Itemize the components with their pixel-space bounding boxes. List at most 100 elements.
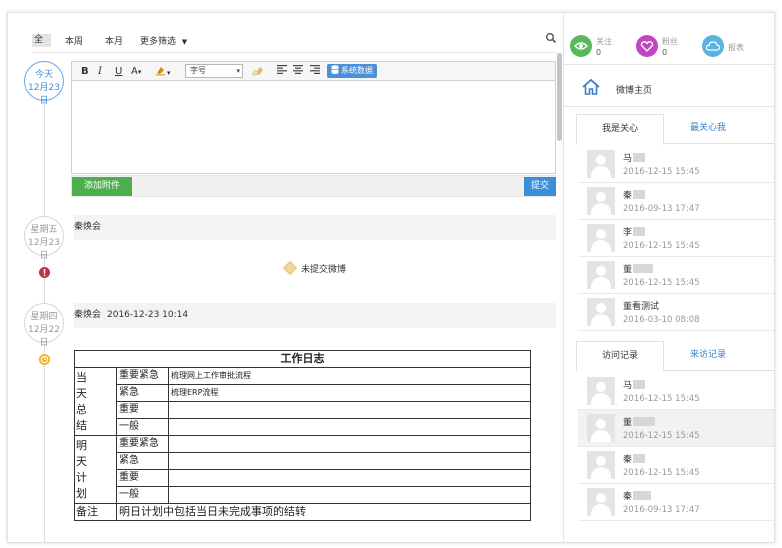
user-name-text: 秦 [623,492,633,502]
category-cell: 重要紧急 [116,435,169,453]
category-cell: 重要紧急 [116,367,169,385]
align-left-button[interactable] [277,65,287,78]
category-cell: 重要 [116,401,169,419]
tab-visit-record[interactable]: 访问记录 [576,341,664,372]
tab-visitor-record[interactable]: 来访记录 [664,341,752,372]
user-name-text: 马 [623,381,633,391]
weibo-entry-header: 秦焕会 2016-12-23 10:14 [74,303,556,328]
italic-button[interactable]: I [98,65,102,78]
avatar [587,224,615,252]
work-log-title: 工作日志 [74,350,531,368]
value-cell [168,452,531,470]
align-center-icon [293,65,303,74]
alert-diamond-icon [282,260,298,276]
today-summary-label: 当 天 总 结 [74,367,117,436]
font-size-select[interactable]: 字号 ▾ [185,64,243,78]
avatar [587,414,615,442]
filter-more[interactable]: 更多筛选 ▼ [140,34,187,47]
timeline-date-friday: 星期五 12月23日 [24,216,64,261]
user-name: 秦 [623,452,646,465]
highlight-button[interactable]: ▾ [155,65,171,80]
avatar [587,488,615,516]
editor-textarea[interactable] [71,81,556,174]
list-item[interactable]: 马 2016-12-15 15:45 [578,373,774,410]
care-user-list: 马 2016-12-15 15:45 秦 2016-09-13 17:47 李 … [578,146,774,331]
home-icon [582,78,600,95]
follow-label: 关注 [596,37,612,46]
align-center-button[interactable] [293,65,303,78]
entry-author[interactable]: 秦焕会 [74,303,101,328]
user-name-text: 秦 [623,455,633,465]
stats-bar: 关注 0 粉丝 0 报表 [564,31,774,65]
user-name-text: 李 [623,228,633,238]
bold-button[interactable]: B [81,65,89,78]
timeline-date: 12月23日 [28,238,60,261]
user-name-text: 秦 [623,191,633,201]
clock-icon [39,354,50,365]
user-date: 2016-03-10 08:08 [623,315,700,325]
user-date: 2016-09-13 17:47 [623,505,700,515]
align-right-icon [310,65,320,74]
system-data-button[interactable]: 系统数据 [327,64,377,78]
fans-count: 0 [662,48,668,57]
editor-toolbar: B I U A▾ ▾ 字号 ▾ 系统数据 [71,61,556,81]
system-data-label: 系统数据 [341,66,373,75]
clear-format-button[interactable] [251,65,264,79]
filter-this-week[interactable]: 本周 [65,34,83,47]
database-icon [331,65,339,74]
list-item[interactable]: 董 2016-12-15 15:45 [578,257,774,294]
user-date: 2016-12-15 15:45 [623,167,700,177]
not-submitted-notice: 未提交微博 [282,260,347,277]
timeline-weekday: 星期四 [30,312,58,322]
not-submitted-text: 未提交微博 [301,265,347,275]
filter-bar: 全部 本周 本月 更多筛选 ▼ [32,31,557,53]
eye-icon [570,35,592,57]
list-item[interactable]: 董看测试 2016-03-10 08:08 [578,294,774,331]
report-label: 报表 [728,43,744,52]
tab-care-me-most[interactable]: 最关心我 [664,114,752,145]
heart-icon [636,35,658,57]
align-left-icon [277,65,287,74]
filter-more-label: 更多筛选 [140,37,177,47]
add-attachment-button[interactable]: 添加附件 [72,177,133,196]
value-cell [168,435,531,453]
remark-label: 备注 [74,503,117,521]
user-name: 秦 [623,188,646,201]
user-date: 2016-12-15 15:45 [623,431,700,441]
warning-icon [39,267,50,278]
list-item[interactable]: 董 2016-12-15 15:45 [578,410,774,447]
filter-this-month[interactable]: 本月 [105,34,123,47]
weibo-entry-header: 秦焕会 [74,215,556,240]
feed-scrollbar[interactable] [557,53,562,141]
avatar [587,377,615,405]
font-size-value: 字号 [190,66,206,75]
filter-all[interactable]: 全部 [32,34,51,47]
list-item[interactable]: 秦 2016-09-13 17:47 [578,484,774,521]
user-name-text: 董看测试 [623,302,660,312]
search-icon[interactable] [545,32,557,44]
user-date: 2016-12-15 15:45 [623,278,700,288]
submit-button[interactable]: 提交 [524,177,556,196]
category-cell: 重要 [116,469,169,487]
list-item[interactable]: 秦 2016-09-13 17:47 [578,183,774,220]
align-right-button[interactable] [310,65,320,78]
tab-i-care[interactable]: 我是关心 [576,114,664,145]
right-sidebar: 关注 0 粉丝 0 报表 微博主页 我是关心 最关心我 马 2016-12-15… [563,13,774,542]
entry-author[interactable]: 秦焕会 [74,215,101,240]
font-color-button[interactable]: A▾ [131,65,141,79]
follow-count: 0 [596,48,602,57]
list-item[interactable]: 马 2016-12-15 15:45 [578,146,774,183]
fans-label: 粉丝 [662,37,678,46]
value-cell [168,469,531,487]
user-name: 马 [623,151,646,164]
value-cell [168,418,531,436]
work-log-table: 工作日志 当 天 总 结 重要紧急 梳理网上工作审批流程 紧急 梳理ERP流程 … [74,350,531,521]
timeline-date: 12月22日 [28,325,60,348]
editor-footer: 添加附件 提交 [71,175,556,197]
chevron-down-icon: ▾ [167,69,171,77]
list-item[interactable]: 秦 2016-12-15 15:45 [578,447,774,484]
timeline-weekday: 今天 [34,70,53,80]
list-item[interactable]: 李 2016-12-15 15:45 [578,220,774,257]
underline-button[interactable]: U [115,65,122,78]
eraser-icon [251,67,263,76]
